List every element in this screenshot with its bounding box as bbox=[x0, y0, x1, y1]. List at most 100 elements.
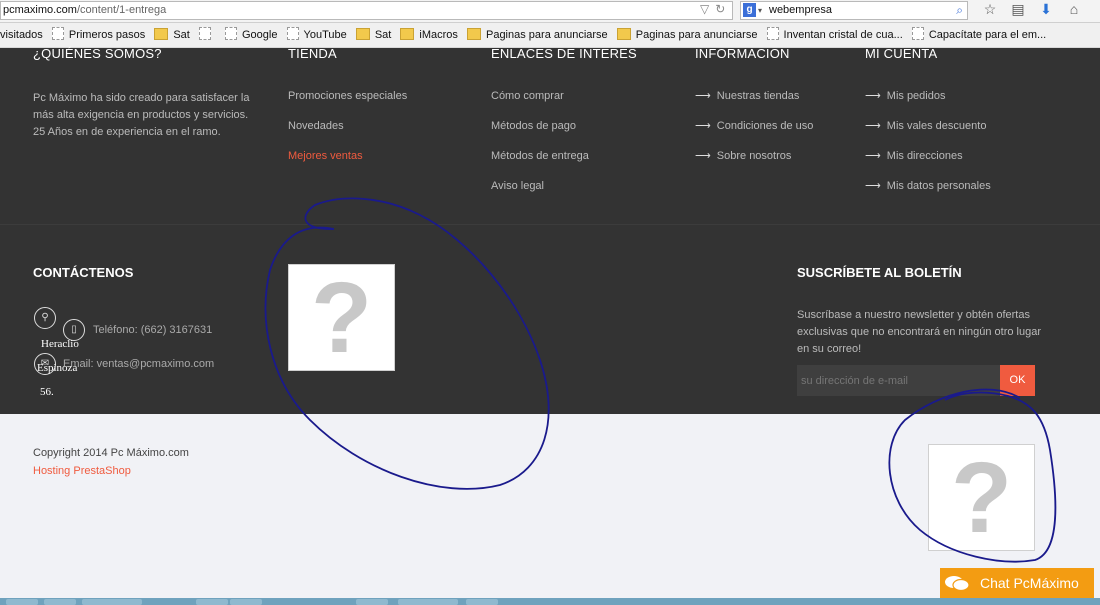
toolbar-icons: ☆ ▤ ⬇ ⌂ bbox=[976, 1, 1088, 18]
download-icon[interactable]: ⬇ bbox=[1032, 1, 1060, 18]
bookmark-label: Paginas para anunciarse bbox=[635, 29, 758, 41]
informacion-list: ⟶ Nuestras tiendas ⟶ Condiciones de uso ⟶ S… bbox=[695, 90, 813, 180]
search-value: webempresa bbox=[769, 4, 832, 16]
taskbar-button[interactable] bbox=[466, 599, 498, 605]
bookmark-label: Inventan cristal de cua... bbox=[783, 29, 903, 41]
newsletter-email-input[interactable] bbox=[797, 365, 1001, 396]
hosting-link[interactable]: Hosting PrestaShop bbox=[33, 465, 131, 477]
link-metodos-pago[interactable]: Métodos de pago bbox=[491, 120, 589, 150]
bookmark-label: YouTube bbox=[303, 29, 347, 41]
link-promociones[interactable]: Promociones especiales bbox=[288, 90, 407, 120]
link-condiciones[interactable]: ⟶ Condiciones de uso bbox=[695, 120, 813, 150]
chat-button[interactable]: Chat PcMáximo bbox=[940, 568, 1094, 598]
missing-image-placeholder: ? bbox=[288, 264, 395, 371]
google-icon[interactable]: g bbox=[743, 3, 756, 17]
url-buttons: ▽ ↻ bbox=[700, 2, 731, 16]
address-line: Heraclio bbox=[41, 338, 79, 350]
search-input[interactable]: g ▾ webempresa ⌕ bbox=[740, 1, 968, 20]
enlaces-title: ENLACES DE INTERES bbox=[491, 46, 637, 61]
link-mis-datos[interactable]: ⟶ Mis datos personales bbox=[865, 180, 991, 210]
url-path: /content/1-entrega bbox=[76, 4, 167, 16]
chat-bubbles-icon bbox=[945, 576, 970, 592]
informacion-title: INFORMACION bbox=[695, 46, 790, 61]
question-mark-icon: ? bbox=[950, 441, 1013, 554]
bookmark-item[interactable]: Paginas para anunciarse bbox=[616, 23, 758, 47]
folder-icon bbox=[616, 28, 631, 40]
search-icon[interactable]: ⌕ bbox=[956, 2, 963, 19]
newsletter-ok-button[interactable]: OK bbox=[1000, 365, 1035, 396]
link-mis-vales[interactable]: ⟶ Mis vales descuento bbox=[865, 120, 991, 150]
home-icon[interactable]: ⌂ bbox=[1060, 1, 1088, 17]
reload-icon[interactable]: ↻ bbox=[715, 2, 725, 16]
url-field[interactable]: pcmaximo.com/content/1-entrega bbox=[0, 1, 733, 20]
cuenta-title: MI CUENTA bbox=[865, 46, 938, 61]
arrow-right-icon: ⟶ bbox=[865, 180, 881, 192]
newsletter-title: SUSCRÍBETE AL BOLETÍN bbox=[797, 265, 962, 280]
question-mark-icon: ? bbox=[310, 261, 373, 374]
enlaces-list: Cómo comprar Métodos de pago Métodos de … bbox=[491, 90, 589, 210]
bookmark-item[interactable]: Capacítate para el em... bbox=[911, 23, 1046, 47]
page-icon bbox=[198, 27, 211, 40]
bookmark-item[interactable]: Google bbox=[224, 23, 278, 47]
link-sobre-nosotros[interactable]: ⟶ Sobre nosotros bbox=[695, 150, 813, 180]
link-mis-pedidos[interactable]: ⟶ Mis pedidos bbox=[865, 90, 991, 120]
footer-divider bbox=[0, 224, 1100, 225]
arrow-right-icon: ⟶ bbox=[695, 90, 711, 102]
contact-title: CONTÁCTENOS bbox=[33, 265, 134, 280]
link-label: Mis vales descuento bbox=[886, 120, 987, 132]
link-como-comprar[interactable]: Cómo comprar bbox=[491, 90, 589, 120]
taskbar bbox=[0, 598, 1100, 605]
arrow-right-icon: ⟶ bbox=[695, 150, 711, 162]
taskbar-button[interactable] bbox=[44, 599, 76, 605]
contact-email[interactable]: Email: ventas@pcmaximo.com bbox=[63, 358, 214, 370]
link-label: Sobre nosotros bbox=[716, 150, 792, 162]
bookmark-item[interactable]: Paginas para anunciarse bbox=[466, 23, 608, 47]
taskbar-button[interactable] bbox=[196, 599, 228, 605]
chat-label: Chat PcMáximo bbox=[980, 575, 1079, 591]
taskbar-button[interactable] bbox=[110, 599, 142, 605]
bookmark-label: Google bbox=[241, 29, 278, 41]
link-aviso-legal[interactable]: Aviso legal bbox=[491, 180, 589, 210]
link-label: Mis datos personales bbox=[886, 180, 991, 192]
location-icon: ⚲ bbox=[34, 307, 56, 329]
taskbar-button[interactable] bbox=[6, 599, 38, 605]
bookmark-label: Sat bbox=[173, 29, 190, 41]
dropdown-icon[interactable]: ▽ bbox=[700, 2, 709, 16]
missing-image-placeholder: ? bbox=[928, 444, 1035, 551]
contact-phone: Teléfono: (662) 3167631 bbox=[93, 324, 213, 336]
link-mejores-ventas[interactable]: Mejores ventas bbox=[288, 150, 407, 180]
link-novedades[interactable]: Novedades bbox=[288, 120, 407, 150]
bookmark-label: Sat bbox=[374, 29, 392, 41]
link-label: Condiciones de uso bbox=[716, 120, 814, 132]
link-mis-direcciones[interactable]: ⟶ Mis direcciones bbox=[865, 150, 991, 180]
page-icon bbox=[911, 27, 924, 40]
address-line: 56. bbox=[40, 386, 54, 398]
tienda-list: Promociones especiales Novedades Mejores… bbox=[288, 90, 407, 180]
bookmark-item[interactable]: iMacros bbox=[400, 23, 458, 47]
bookmark-item[interactable] bbox=[198, 23, 216, 47]
bookmark-label: visitados bbox=[0, 29, 43, 41]
clipboard-icon[interactable]: ▤ bbox=[1004, 1, 1032, 18]
taskbar-button[interactable] bbox=[356, 599, 388, 605]
taskbar-button[interactable] bbox=[230, 599, 262, 605]
star-icon[interactable]: ☆ bbox=[976, 1, 1004, 18]
newsletter-text: Suscríbase a nuestro newsletter y obtén … bbox=[797, 309, 1041, 355]
bookmark-item[interactable]: Sat bbox=[355, 23, 392, 47]
page-icon bbox=[224, 27, 237, 40]
taskbar-button[interactable] bbox=[426, 599, 458, 605]
link-nuestras-tiendas[interactable]: ⟶ Nuestras tiendas bbox=[695, 90, 813, 120]
bookmark-item[interactable]: Inventan cristal de cua... bbox=[766, 23, 903, 47]
bookmark-item[interactable]: Primeros pasos bbox=[51, 23, 145, 47]
link-metodos-entrega[interactable]: Métodos de entrega bbox=[491, 150, 589, 180]
engine-dropdown-icon[interactable]: ▾ bbox=[758, 2, 762, 19]
bookmark-item[interactable]: Sat bbox=[154, 23, 190, 47]
arrow-right-icon: ⟶ bbox=[865, 150, 881, 162]
arrow-right-icon: ⟶ bbox=[865, 120, 881, 132]
folder-icon bbox=[154, 28, 169, 40]
bookmark-item[interactable]: visitados bbox=[0, 23, 43, 47]
bookmark-item[interactable]: YouTube bbox=[286, 23, 347, 47]
folder-icon bbox=[466, 28, 481, 40]
footer-dark: ¿QUIÉNES SOMOS? Pc Máximo ha sido creado… bbox=[0, 46, 1100, 414]
bookmark-label: iMacros bbox=[419, 29, 458, 41]
about-text: Pc Máximo ha sido creado para satisfacer… bbox=[33, 92, 250, 138]
